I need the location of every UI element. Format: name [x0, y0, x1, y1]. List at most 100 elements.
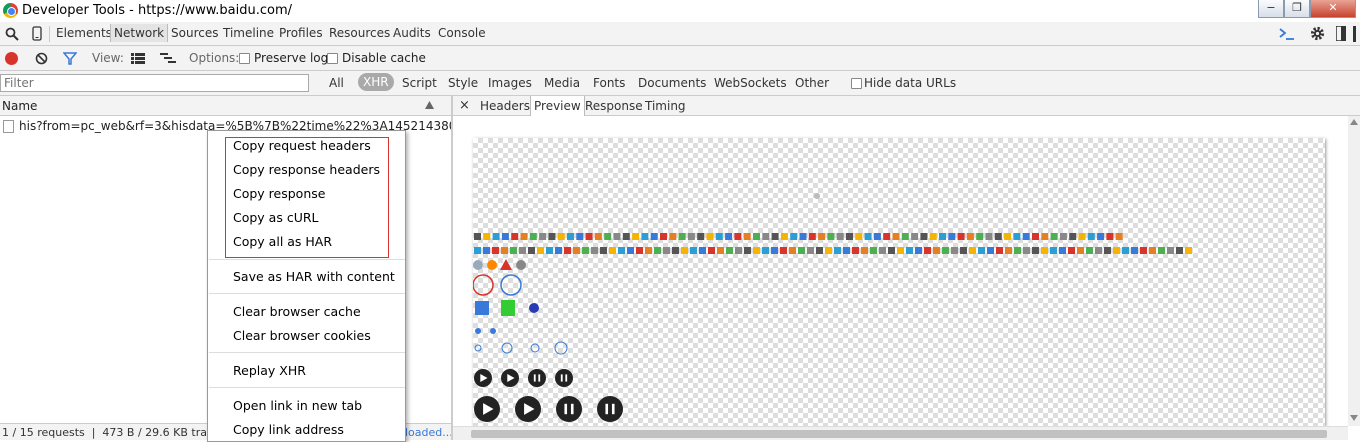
tab-timing[interactable]: Timing	[645, 99, 686, 113]
menu-separator	[209, 259, 405, 260]
horizontal-scrollbar[interactable]	[453, 426, 1348, 440]
sprite-glyph	[1087, 233, 1095, 240]
sprite-glyph	[1041, 247, 1048, 254]
sprite-glyph	[834, 247, 841, 254]
settings-gear-icon[interactable]	[1309, 25, 1326, 42]
sprite-glyph	[996, 247, 1003, 254]
menu-item-open-new-tab[interactable]: Open link in new tab	[233, 398, 362, 413]
minimize-button[interactable]: −	[1258, 0, 1284, 18]
device-mode-icon[interactable]	[32, 26, 42, 41]
record-icon[interactable]	[5, 52, 18, 65]
filter-type-websockets[interactable]: WebSockets	[714, 76, 787, 90]
filter-bar: All XHR Script Style Images Media Fonts …	[0, 71, 1360, 96]
tab-preview[interactable]: Preview	[530, 96, 585, 116]
sprite-glyph	[799, 233, 807, 240]
menu-item-save-as-har[interactable]: Save as HAR with content	[233, 269, 395, 284]
sprite-glyph	[920, 233, 928, 240]
large-rows-icon[interactable]	[131, 53, 145, 64]
sprite-glyph	[622, 233, 630, 240]
filter-type-images[interactable]: Images	[488, 76, 532, 90]
pause-control-icon	[528, 369, 546, 387]
filter-funnel-icon[interactable]	[63, 52, 77, 65]
sprite-glyph	[864, 233, 872, 240]
sprite-glyph	[780, 247, 787, 254]
sprite-glyph	[879, 247, 886, 254]
sprite-glyph	[939, 233, 946, 240]
filter-type-style[interactable]: Style	[448, 76, 478, 90]
tab-response[interactable]: Response	[585, 99, 643, 113]
menu-item-copy-as-curl[interactable]: Copy as cURL	[233, 210, 319, 225]
sprite-glyph	[1032, 233, 1039, 240]
menu-item-copy-all-as-har[interactable]: Copy all as HAR	[233, 234, 332, 249]
console-drawer-icon[interactable]	[1278, 27, 1296, 41]
tab-sources[interactable]: Sources	[171, 26, 218, 40]
restore-button[interactable]: ❐	[1284, 0, 1310, 18]
overview-waterfall-icon[interactable]	[160, 52, 176, 65]
sprite-glyph	[762, 247, 769, 254]
vertical-scrollbar[interactable]	[1348, 116, 1360, 426]
menu-item-copy-response-headers[interactable]: Copy response headers	[233, 162, 380, 177]
sprite-glyph	[888, 247, 895, 254]
sprite-glyph	[726, 247, 733, 254]
sprite-glyph	[825, 247, 832, 254]
tab-timeline[interactable]: Timeline	[223, 26, 274, 40]
sprite-glyph	[753, 233, 760, 240]
sprite-glyph	[906, 247, 913, 254]
sprite-glyph	[861, 247, 868, 254]
clear-icon[interactable]	[35, 52, 48, 65]
sprite-glyph	[594, 233, 602, 240]
filter-type-xhr[interactable]: XHR	[358, 73, 394, 91]
tab-console[interactable]: Console	[438, 26, 486, 40]
filter-type-fonts[interactable]: Fonts	[593, 76, 625, 90]
sprite-glyph	[660, 233, 667, 240]
preview-pane	[453, 116, 1360, 426]
tab-resources[interactable]: Resources	[329, 26, 390, 40]
menu-item-replay-xhr[interactable]: Replay XHR	[233, 363, 306, 378]
menu-item-copy-link-address[interactable]: Copy link address	[233, 422, 344, 437]
filter-input[interactable]	[0, 74, 309, 92]
sprite-glyph	[976, 233, 984, 240]
filter-type-media[interactable]: Media	[544, 76, 580, 90]
menu-item-copy-response[interactable]: Copy response	[233, 186, 325, 201]
horizontal-scroll-thumb[interactable]	[471, 430, 1327, 438]
sprite-glyph	[1185, 247, 1192, 254]
sprite-glyph	[1095, 247, 1102, 254]
filter-type-documents[interactable]: Documents	[638, 76, 706, 90]
sprite-glyph	[911, 233, 919, 240]
sprite-glyph	[613, 233, 621, 240]
tabbar-divider	[49, 26, 50, 42]
hide-data-urls-checkbox[interactable]	[851, 78, 862, 89]
menu-separator	[209, 352, 405, 353]
sprite-glyph	[573, 247, 580, 254]
tab-headers[interactable]: Headers	[480, 99, 530, 113]
sprite-glyph	[669, 233, 677, 240]
tab-network[interactable]: Network	[110, 24, 169, 42]
filter-type-other[interactable]: Other	[795, 76, 829, 90]
close-detail-icon[interactable]: ×	[459, 98, 470, 113]
filter-type-all[interactable]: All	[329, 76, 344, 90]
dock-side-icon[interactable]	[1336, 26, 1346, 41]
sprite-glyph	[715, 233, 723, 240]
filter-type-script[interactable]: Script	[402, 76, 437, 90]
sprite-glyph	[1113, 247, 1120, 254]
sprite-glyph	[520, 233, 528, 240]
more-menu-icon[interactable]	[1353, 26, 1356, 42]
tab-profiles[interactable]: Profiles	[279, 26, 323, 40]
menu-item-clear-cookies[interactable]: Clear browser cookies	[233, 328, 371, 343]
tab-audits[interactable]: Audits	[393, 26, 431, 40]
sprite-glyph	[789, 247, 796, 254]
close-window-button[interactable]: ✕	[1310, 0, 1356, 18]
column-header-name[interactable]: Name	[2, 99, 37, 113]
menu-item-clear-cache[interactable]: Clear browser cache	[233, 304, 361, 319]
sort-ascending-icon[interactable]	[425, 101, 434, 109]
tab-elements[interactable]: Elements	[56, 26, 112, 40]
sprite-glyph	[510, 247, 517, 254]
sprite-glyph	[790, 233, 798, 240]
preserve-log-checkbox[interactable]	[239, 53, 250, 64]
chrome-logo-icon	[3, 3, 18, 18]
inspect-search-icon[interactable]	[5, 27, 19, 41]
sprite-glyph	[771, 233, 779, 240]
menu-item-copy-request-headers[interactable]: Copy request headers	[233, 138, 371, 153]
disable-cache-checkbox[interactable]	[327, 53, 338, 64]
context-menu: Copy request headers Copy response heade…	[207, 130, 406, 442]
